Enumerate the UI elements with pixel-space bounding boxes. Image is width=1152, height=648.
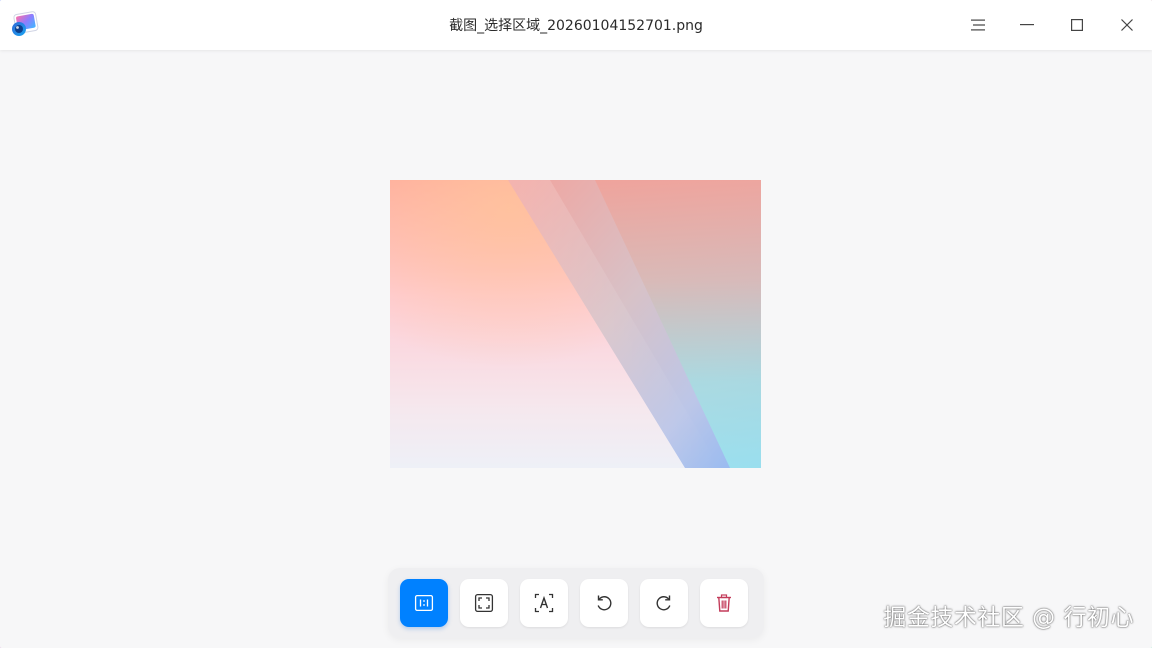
rotate-counterclockwise-icon [597, 595, 612, 611]
close-icon [1121, 19, 1133, 31]
extract-text-button[interactable] [520, 579, 568, 627]
ocr-text-icon [534, 593, 554, 613]
fit-window-icon [474, 593, 494, 613]
fit-to-window-button[interactable] [460, 579, 508, 627]
original-size-button[interactable] [400, 579, 448, 627]
minimize-icon [1020, 24, 1034, 26]
rotate-left-button[interactable] [580, 579, 628, 627]
close-button[interactable] [1102, 0, 1152, 50]
image-canvas[interactable] [0, 50, 1152, 648]
image-viewer-window: 截图_选择区域_20260104152701.png 掘金技术社区 @ 行初心 [0, 0, 1152, 648]
maximize-button[interactable] [1052, 0, 1102, 50]
rotate-right-button[interactable] [640, 579, 688, 627]
rotate-clockwise-icon [656, 595, 671, 611]
minimize-button[interactable] [1002, 0, 1052, 50]
image-preview[interactable] [390, 180, 761, 468]
hamburger-menu-icon [971, 19, 985, 31]
trash-icon [717, 594, 731, 612]
one-to-one-icon [414, 594, 434, 612]
maximize-icon [1071, 19, 1083, 31]
bottom-toolbar [388, 568, 764, 638]
title-bar: 截图_选择区域_20260104152701.png [0, 0, 1152, 50]
watermark-text: 掘金技术社区 @ 行初心 [883, 605, 1134, 631]
menu-button[interactable] [953, 0, 1003, 50]
delete-button[interactable] [700, 579, 748, 627]
